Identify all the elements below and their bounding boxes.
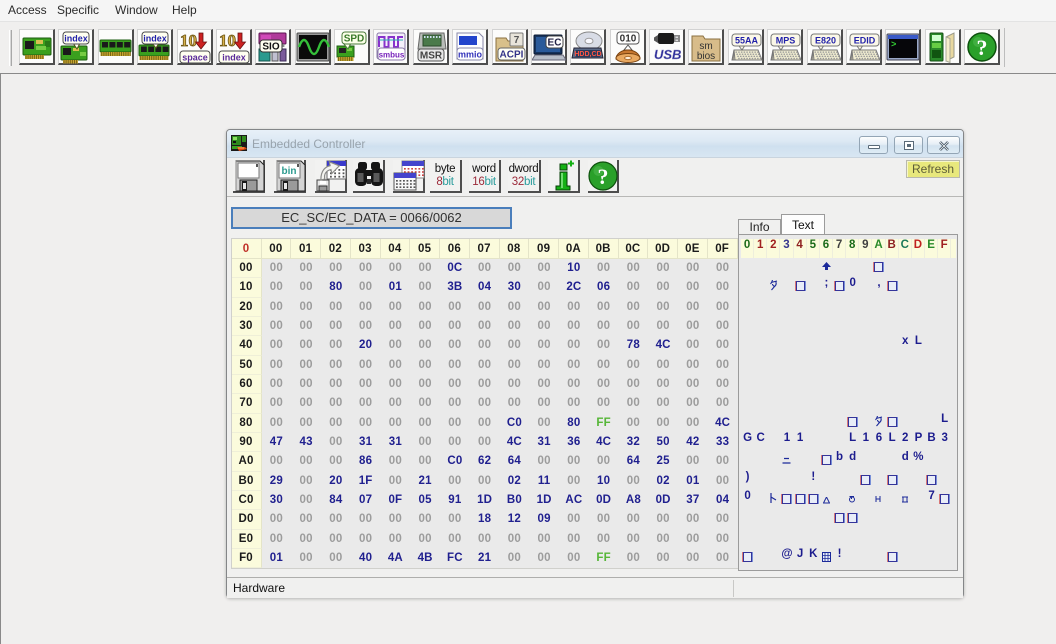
svg-text:mmio: mmio xyxy=(458,50,483,60)
svg-text:55AA: 55AA xyxy=(735,36,759,46)
svg-text:space: space xyxy=(182,53,208,63)
svg-text:smbus: smbus xyxy=(379,51,405,60)
svg-text:EC: EC xyxy=(547,38,561,49)
svg-text:MPS: MPS xyxy=(776,36,796,46)
svg-text:?: ? xyxy=(977,35,988,60)
svg-text:USB: USB xyxy=(654,47,681,62)
svg-text:bios: bios xyxy=(697,51,715,62)
svg-text:SIO: SIO xyxy=(263,42,280,53)
svg-text:010: 010 xyxy=(619,34,636,45)
svg-text:MSR: MSR xyxy=(420,51,443,62)
svg-text:index: index xyxy=(65,34,89,44)
svg-text:10: 10 xyxy=(180,31,197,50)
svg-text:10: 10 xyxy=(219,31,236,50)
svg-text:ACPI: ACPI xyxy=(499,50,523,61)
svg-text:SPD: SPD xyxy=(344,34,365,45)
svg-text:?: ? xyxy=(598,164,609,189)
svg-text:HDD,CD: HDD,CD xyxy=(575,51,602,58)
svg-text:index: index xyxy=(222,53,246,63)
svg-text:7: 7 xyxy=(513,35,519,46)
svg-text:index: index xyxy=(143,34,167,44)
svg-text:bin: bin xyxy=(282,166,297,177)
svg-text:EDID: EDID xyxy=(854,36,876,46)
svg-text:>: > xyxy=(891,40,896,50)
svg-text:E820: E820 xyxy=(814,36,835,46)
